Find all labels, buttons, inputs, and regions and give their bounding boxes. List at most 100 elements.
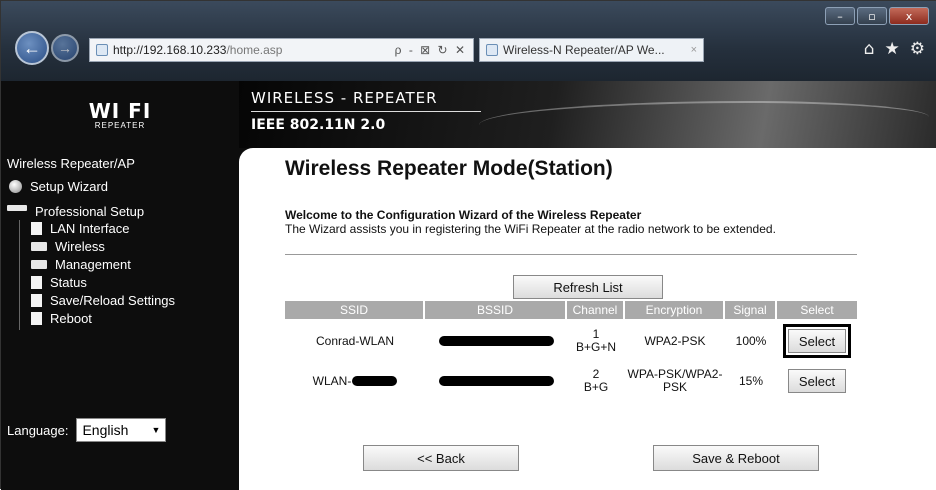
- language-label: Language:: [7, 422, 69, 438]
- language-selector: Language: English ▼: [7, 418, 167, 442]
- gear-icon[interactable]: ⚙: [910, 39, 925, 59]
- address-bar[interactable]: http://192.168.10.233/home.asp ρ - ⊠ ↻ ✕: [89, 38, 474, 62]
- column-header-encryption: Encryption: [625, 301, 725, 319]
- tab-page-icon: [486, 44, 498, 56]
- sidebar-item-save-reload-settings[interactable]: Save/Reload Settings: [31, 293, 175, 308]
- sidebar-item-label: Wireless: [55, 239, 105, 254]
- sidebar-item-label: Reboot: [50, 311, 92, 326]
- header-divider: [251, 111, 481, 112]
- column-header-ssid: SSID: [285, 301, 425, 319]
- signal-cell: 100%: [735, 333, 767, 348]
- sidebar-item-label: LAN Interface: [50, 221, 130, 236]
- home-icon[interactable]: ⌂: [864, 39, 875, 59]
- redacted-ssid: [352, 376, 398, 386]
- back-arrow-icon[interactable]: ←: [15, 31, 49, 65]
- logo-text: WI FI: [88, 99, 152, 123]
- bssid-cell: [425, 361, 567, 401]
- page-icon: [31, 312, 42, 325]
- ssid-cell: WLAN-: [285, 361, 425, 401]
- table-row: Conrad-WLAN 1 B+G+N WPA2-PSK 100% Select: [285, 321, 857, 361]
- folder-open-icon: [7, 204, 27, 211]
- page-icon: [31, 294, 42, 307]
- encryption-cell: WPA-PSK/WPA2-PSK: [627, 367, 723, 394]
- language-value: English: [82, 422, 129, 438]
- header-subtitle: IEEE 802.11N 2.0: [251, 117, 386, 133]
- signal-cell: 15%: [738, 373, 764, 388]
- forward-arrow-icon[interactable]: →: [51, 34, 79, 62]
- folder-icon: [31, 260, 47, 269]
- ssid-text: WLAN-: [312, 373, 352, 388]
- chevron-down-icon: ▼: [151, 425, 161, 435]
- welcome-description: The Wizard assists you in registering th…: [285, 222, 776, 236]
- sidebar-item-label: Setup Wizard: [30, 179, 109, 194]
- tree-line: [19, 220, 20, 330]
- select-network-button[interactable]: Select: [788, 369, 846, 393]
- tab-close-icon[interactable]: ×: [691, 44, 697, 56]
- logo: WI FI REPEATER: [1, 81, 239, 148]
- ssid-cell: Conrad-WLAN: [315, 333, 395, 348]
- channel-mode: B+G+N: [575, 340, 617, 354]
- column-header-bssid: BSSID: [425, 301, 567, 319]
- maximize-button[interactable]: ▫: [857, 7, 887, 25]
- sidebar-title[interactable]: Wireless Repeater/AP: [7, 156, 135, 171]
- sidebar: Wireless Repeater/AP Setup Wizard Profes…: [1, 148, 239, 490]
- column-header-select: Select: [777, 301, 857, 319]
- select-cell: Select: [777, 321, 857, 361]
- channel-cell: 1 B+G+N: [567, 321, 625, 361]
- sidebar-item-label: Management: [55, 257, 131, 272]
- logo-subtext: REPEATER: [94, 121, 146, 130]
- column-header-channel: Channel: [567, 301, 625, 319]
- sidebar-item-label: Save/Reload Settings: [50, 293, 176, 308]
- tab-label: Wireless-N Repeater/AP We...: [503, 43, 665, 57]
- sidebar-item-status[interactable]: Status: [31, 275, 87, 290]
- channel-cell: 2 B+G: [567, 361, 625, 401]
- panel-corner: [239, 148, 253, 162]
- folder-icon: [31, 242, 47, 251]
- browser-chrome: – ▫ x ← → http://192.168.10.233/home.asp…: [1, 1, 936, 81]
- column-header-signal: Signal: [725, 301, 777, 319]
- sidebar-item-label: Status: [50, 275, 87, 290]
- page-icon: [31, 222, 42, 235]
- redacted-bssid: [438, 376, 554, 386]
- sidebar-item-management[interactable]: Management: [31, 257, 131, 272]
- page-icon: [96, 44, 108, 56]
- sidebar-item-wireless[interactable]: Wireless: [31, 239, 105, 254]
- sidebar-item-setup-wizard[interactable]: Setup Wizard: [9, 179, 108, 194]
- sidebar-item-lan-interface[interactable]: LAN Interface: [31, 221, 130, 236]
- minimize-button[interactable]: –: [825, 7, 855, 25]
- url-text: http://192.168.10.233/home.asp: [113, 43, 283, 57]
- star-icon[interactable]: ★: [885, 39, 900, 59]
- back-button[interactable]: << Back: [363, 445, 519, 471]
- header-title: WIRELESS - REPEATER: [251, 89, 438, 107]
- address-tools[interactable]: ρ - ⊠ ↻ ✕: [395, 43, 467, 57]
- redacted-bssid: [438, 336, 554, 346]
- refresh-list-button[interactable]: Refresh List: [513, 275, 663, 299]
- page-title: Wireless Repeater Mode(Station): [285, 157, 613, 180]
- header-swoosh: [479, 101, 929, 141]
- page-header: WIRELESS - REPEATER IEEE 802.11N 2.0: [239, 81, 936, 148]
- window-controls: – ▫ x: [825, 7, 929, 25]
- select-network-button[interactable]: Select: [783, 324, 851, 358]
- close-window-button[interactable]: x: [889, 7, 929, 25]
- welcome-text: Welcome to the Configuration Wizard of t…: [285, 208, 855, 236]
- browser-window: – ▫ x ← → http://192.168.10.233/home.asp…: [0, 0, 936, 490]
- sidebar-item-professional-setup[interactable]: Professional Setup: [7, 204, 144, 219]
- globe-icon: [9, 180, 22, 193]
- sidebar-item-label: Professional Setup: [35, 204, 145, 219]
- sidebar-item-reboot[interactable]: Reboot: [31, 311, 92, 326]
- page-icon: [31, 276, 42, 289]
- welcome-heading: Welcome to the Configuration Wizard of t…: [285, 208, 642, 222]
- browser-tab[interactable]: Wireless-N Repeater/AP We... ×: [479, 38, 704, 62]
- main-panel: Wireless Repeater Mode(Station) Welcome …: [239, 148, 936, 490]
- save-reboot-button[interactable]: Save & Reboot: [653, 445, 819, 471]
- browser-tools: ⌂ ★ ⚙: [864, 39, 925, 59]
- encryption-cell: WPA2-PSK: [644, 333, 706, 348]
- network-table-header: SSID BSSID Channel Encryption Signal Sel…: [285, 301, 857, 319]
- divider: [285, 254, 857, 255]
- bssid-cell: [425, 321, 567, 361]
- table-row: WLAN- 2 B+G WPA-PSK/WPA2-PSK 15% Select: [285, 361, 857, 401]
- select-cell: Select: [777, 361, 857, 401]
- channel-mode: B+G: [583, 380, 609, 394]
- language-select[interactable]: English ▼: [76, 418, 167, 442]
- page-content: WI FI REPEATER WIRELESS - REPEATER IEEE …: [1, 81, 936, 490]
